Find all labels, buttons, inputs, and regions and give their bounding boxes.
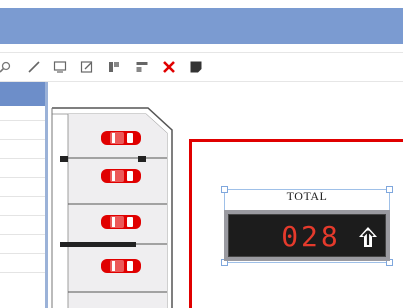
parking-lot-map[interactable] <box>48 82 173 308</box>
edit-icon[interactable] <box>80 60 94 74</box>
arrow-up-icon <box>359 227 377 247</box>
align-icon[interactable] <box>107 60 121 74</box>
panel-row[interactable] <box>0 120 45 121</box>
delete-icon[interactable] <box>162 60 176 74</box>
panel-row[interactable] <box>0 272 45 273</box>
panel-row[interactable] <box>0 158 45 159</box>
line-icon[interactable] <box>27 60 41 74</box>
car-4[interactable] <box>100 257 142 275</box>
left-panel <box>0 82 48 308</box>
panel-row[interactable] <box>0 196 45 197</box>
panel-header <box>0 82 45 106</box>
counter-value: 028 <box>281 220 341 253</box>
counter-display[interactable]: 028 <box>224 210 390 261</box>
toolbar <box>0 52 403 82</box>
panel-row[interactable] <box>0 215 45 216</box>
panel-row[interactable] <box>0 234 45 235</box>
panel-row[interactable] <box>0 253 45 254</box>
car-2[interactable] <box>100 167 142 185</box>
window-titlebar <box>0 8 403 44</box>
zoom-icon[interactable] <box>0 60 12 74</box>
panel-row[interactable] <box>0 177 45 178</box>
note-icon[interactable] <box>189 60 203 74</box>
panel-row[interactable] <box>0 139 45 140</box>
layout-icon[interactable] <box>135 60 149 74</box>
car-3[interactable] <box>100 213 142 231</box>
car-1[interactable] <box>100 129 142 147</box>
monitor-icon[interactable] <box>53 60 67 74</box>
counter-label: TOTAL <box>286 189 328 203</box>
